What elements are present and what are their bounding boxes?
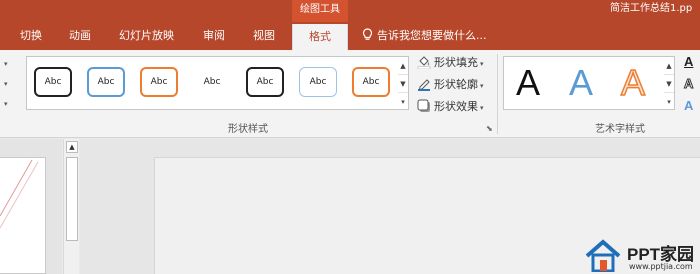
thumbnail-scrollbar[interactable]: ▲ xyxy=(63,139,79,274)
shape-fill-label: 形状填充 xyxy=(434,56,478,69)
scroll-down-icon[interactable]: ▼ xyxy=(664,75,674,93)
shape-effects-label: 形状效果 xyxy=(434,100,478,113)
document-title: 简洁工作总结1.pp xyxy=(610,3,693,14)
gallery-more-icon[interactable]: ▾ xyxy=(398,93,408,111)
tab-animations[interactable]: 动画 xyxy=(69,22,91,50)
chevron-down-icon[interactable]: ▾ xyxy=(4,60,8,68)
shape-style-item[interactable]: Abc xyxy=(299,67,337,97)
shape-effects-icon xyxy=(417,99,430,112)
shape-style-item[interactable]: Abc xyxy=(87,67,125,97)
tell-me-text: 告诉我您想要做什么... xyxy=(377,29,487,42)
pen-outline-icon xyxy=(418,79,430,91)
wordart-styles-gallery: A A A xyxy=(503,56,665,110)
shape-style-item[interactable]: Abc xyxy=(246,67,284,97)
scroll-up-icon[interactable]: ▲ xyxy=(664,57,674,75)
house-logo-icon xyxy=(585,239,621,273)
wordart-style-item[interactable]: A xyxy=(620,60,646,106)
tab-view[interactable]: 视图 xyxy=(253,22,275,50)
shape-styles-group-label: 形状样式 xyxy=(228,124,268,135)
tab-slideshow[interactable]: 幻灯片放映 xyxy=(119,22,174,50)
shape-styles-gallery: Abc Abc Abc Abc Abc Abc Abc xyxy=(26,56,399,110)
wordart-gallery-scroll: ▲ ▼ ▾ xyxy=(664,56,675,110)
scroll-up-icon[interactable]: ▲ xyxy=(398,57,408,75)
shape-fill-button[interactable]: 形状填充 ▾ xyxy=(417,54,484,72)
tell-me-box[interactable]: 告诉我您想要做什么... xyxy=(362,22,487,50)
chevron-down-icon: ▾ xyxy=(480,60,484,68)
shape-style-item[interactable]: Abc xyxy=(352,67,390,97)
text-effects-button[interactable]: A xyxy=(684,98,693,113)
text-fill-button[interactable]: A xyxy=(684,54,693,69)
tab-transitions[interactable]: 切换 xyxy=(20,22,42,50)
shape-style-item[interactable]: Abc xyxy=(193,67,231,97)
shape-gallery-scroll: ▲ ▼ ▾ xyxy=(398,56,409,110)
shape-outline-button[interactable]: 形状轮廓 ▾ xyxy=(417,76,484,94)
chevron-down-icon[interactable]: ▾ xyxy=(4,80,8,88)
scrollbar-thumb[interactable] xyxy=(66,157,78,241)
slide-thumbnail-pane xyxy=(0,139,62,274)
gallery-more-icon[interactable]: ▾ xyxy=(664,93,674,111)
scroll-down-icon[interactable]: ▼ xyxy=(398,75,408,93)
text-outline-button[interactable]: A xyxy=(683,76,693,92)
shape-style-item[interactable]: Abc xyxy=(34,67,72,97)
watermark-url: www.pptjia.com xyxy=(629,262,693,271)
shape-effects-button[interactable]: 形状效果 ▾ xyxy=(417,98,484,116)
tab-review[interactable]: 审阅 xyxy=(203,22,225,50)
pptjia-watermark: PPT家园 www.pptjia.com xyxy=(583,238,700,274)
tab-format[interactable]: 格式 xyxy=(292,24,348,50)
shape-style-item[interactable]: Abc xyxy=(140,67,178,97)
wordart-style-item[interactable]: A xyxy=(516,60,540,106)
wordart-styles-group-label: 艺术字样式 xyxy=(595,124,645,135)
shape-outline-label: 形状轮廓 xyxy=(434,78,478,91)
group-separator xyxy=(497,54,498,134)
chevron-down-icon: ▾ xyxy=(480,104,484,112)
ribbon-tab-row: 切换 动画 幻灯片放映 审阅 视图 格式 告诉我您想要做什么... xyxy=(0,22,700,50)
drawing-tools-context-tab: 绘图工具 xyxy=(292,0,348,22)
wordart-style-item[interactable]: A xyxy=(569,60,593,106)
chevron-down-icon: ▾ xyxy=(480,82,484,90)
ribbon-left-stub: ▾ ▾ ▾ xyxy=(0,50,14,138)
chevron-down-icon[interactable]: ▾ xyxy=(4,100,8,108)
dialog-launcher-icon[interactable]: ⬊ xyxy=(486,124,493,133)
slide-thumbnail[interactable] xyxy=(0,157,46,274)
ribbon: ▾ ▾ ▾ Abc Abc Abc Abc Abc Abc Abc ▲ ▼ ▾ … xyxy=(0,50,700,138)
scroll-up-icon[interactable]: ▲ xyxy=(66,141,78,153)
slide-thumbnail-graphic xyxy=(0,159,39,229)
title-bar: 绘图工具 简洁工作总结1.pp xyxy=(0,0,700,22)
paint-bucket-icon xyxy=(417,56,431,69)
lightbulb-icon xyxy=(362,28,373,40)
